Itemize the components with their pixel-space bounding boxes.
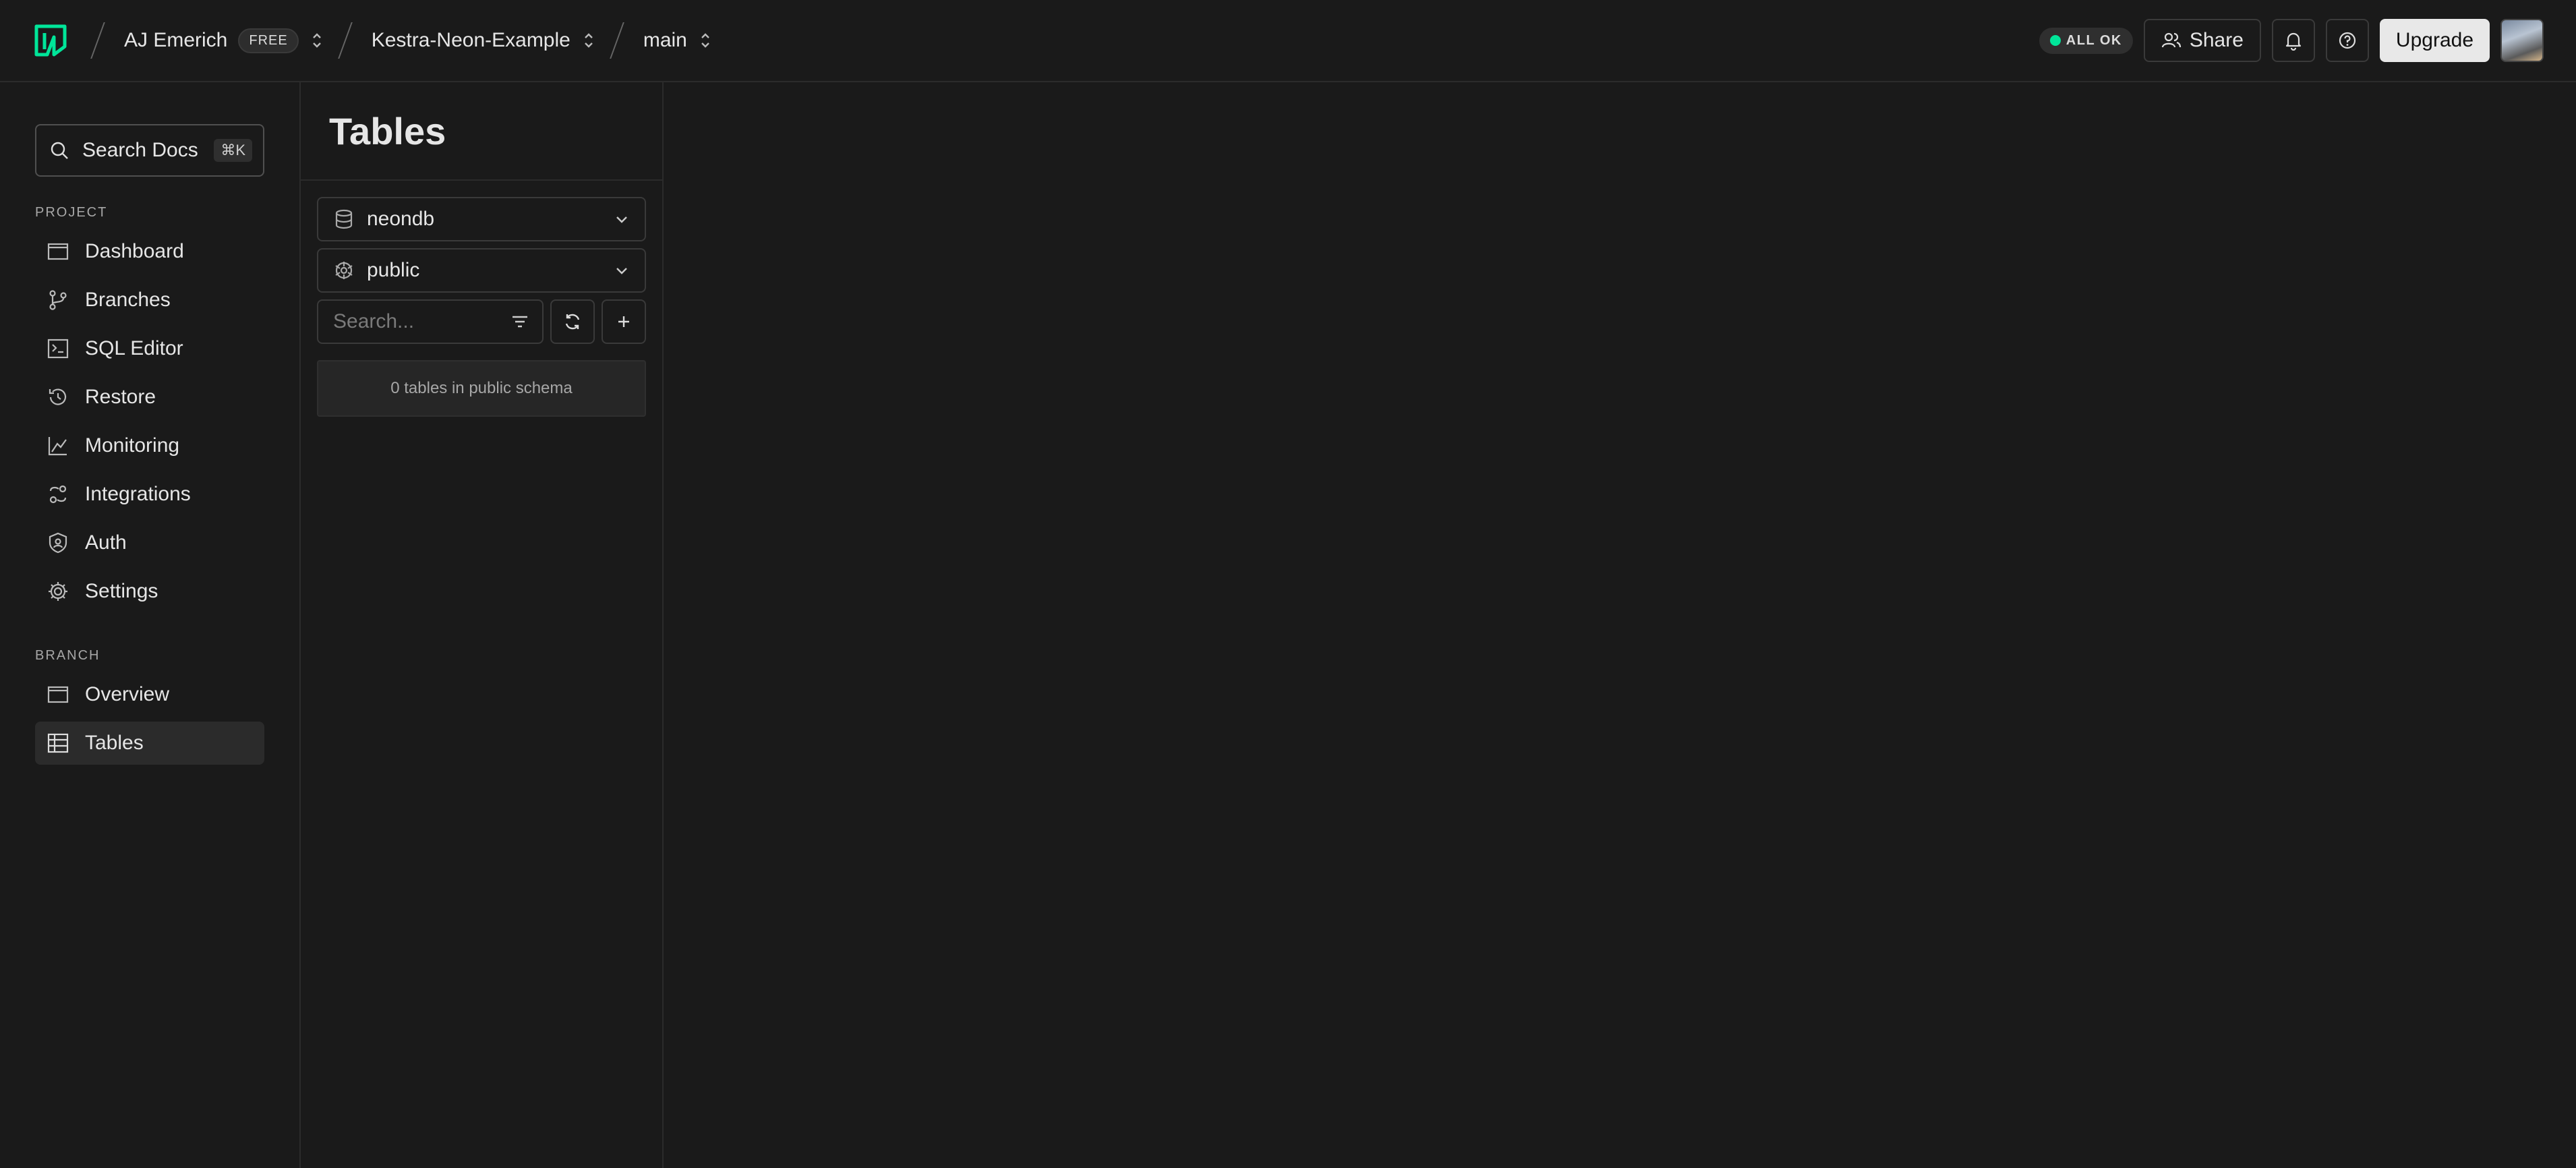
main-content-area — [664, 82, 2576, 1168]
sidebar-item-label: Monitoring — [85, 434, 180, 457]
add-table-button[interactable] — [602, 299, 646, 344]
database-select[interactable]: neondb — [317, 197, 646, 241]
schema-value: public — [367, 259, 420, 281]
chevron-down-icon — [614, 262, 630, 279]
schema-icon — [333, 260, 355, 281]
breadcrumb-separator — [337, 22, 353, 59]
sidebar-item-label: Branches — [85, 289, 171, 311]
project-switcher[interactable]: Kestra-Neon-Example — [372, 29, 596, 52]
notifications-button[interactable] — [2271, 19, 2315, 62]
empty-message: 0 tables in public schema — [390, 379, 573, 397]
filter-icon[interactable] — [510, 312, 530, 332]
empty-state: 0 tables in public schema — [317, 360, 646, 417]
database-value: neondb — [367, 208, 435, 230]
overview-icon — [46, 682, 70, 707]
page-title: Tables — [329, 109, 446, 152]
sidebar: Search Docs ⌘K PROJECT Dashboard Branche… — [0, 82, 301, 1168]
share-label: Share — [2189, 29, 2244, 51]
sidebar-item-overview[interactable]: Overview — [35, 673, 264, 716]
sidebar-item-integrations[interactable]: Integrations — [35, 473, 264, 516]
tables-header: Tables — [301, 82, 662, 181]
org-name: AJ Emerich — [124, 29, 228, 51]
schema-select[interactable]: public — [317, 248, 646, 293]
plan-badge: FREE — [238, 28, 299, 53]
project-name: Kestra-Neon-Example — [371, 29, 570, 51]
sidebar-item-label: Settings — [85, 580, 158, 602]
branch-name: main — [643, 29, 687, 51]
avatar[interactable] — [2500, 19, 2544, 62]
monitoring-icon — [46, 434, 70, 458]
status-text: ALL OK — [2066, 32, 2122, 48]
branches-icon — [46, 288, 70, 312]
sidebar-item-label: SQL Editor — [85, 337, 183, 359]
org-switcher[interactable]: AJ Emerich FREE — [124, 28, 324, 53]
settings-icon — [46, 579, 70, 604]
chevron-updown-icon — [698, 30, 713, 51]
sidebar-item-label: Restore — [85, 386, 156, 408]
refresh-button[interactable] — [550, 299, 595, 344]
sidebar-item-restore[interactable]: Restore — [35, 376, 264, 419]
table-search-input[interactable]: Search... — [317, 299, 544, 344]
search-docs-label: Search Docs — [82, 139, 198, 161]
sidebar-item-branches[interactable]: Branches — [35, 279, 264, 322]
sidebar-item-tables[interactable]: Tables — [35, 722, 264, 765]
status-badge[interactable]: ALL OK — [2039, 27, 2133, 54]
plus-icon — [614, 312, 634, 332]
users-icon — [2161, 30, 2182, 51]
database-icon — [333, 208, 355, 230]
help-button[interactable] — [2325, 19, 2369, 62]
top-bar: AJ Emerich FREE Kestra-Neon-Example main… — [0, 0, 2576, 82]
sidebar-item-label: Integrations — [85, 483, 191, 505]
sidebar-item-label: Overview — [85, 683, 170, 705]
sidebar-item-dashboard[interactable]: Dashboard — [35, 230, 264, 273]
sidebar-item-label: Dashboard — [85, 240, 184, 262]
auth-icon — [46, 531, 70, 555]
neon-logo-icon[interactable] — [32, 22, 69, 59]
search-placeholder: Search... — [333, 310, 415, 332]
tables-icon — [46, 731, 70, 755]
breadcrumb-separator — [610, 22, 624, 59]
bell-icon — [2283, 30, 2304, 51]
branch-section-label: BRANCH — [35, 648, 100, 663]
status-dot-icon — [2049, 35, 2061, 46]
search-icon — [49, 140, 70, 161]
search-docs-button[interactable]: Search Docs ⌘K — [35, 124, 264, 177]
project-section-label: PROJECT — [35, 205, 108, 220]
help-icon — [2337, 30, 2358, 51]
tables-panel: Tables neondb public Search... 0 tables … — [301, 82, 664, 1168]
chevron-updown-icon — [310, 30, 324, 51]
restore-icon — [46, 385, 70, 409]
sidebar-item-label: Tables — [85, 732, 144, 754]
branch-switcher[interactable]: main — [643, 29, 713, 52]
sidebar-item-sql-editor[interactable]: SQL Editor — [35, 327, 264, 370]
share-button[interactable]: Share — [2143, 19, 2261, 62]
breadcrumb-separator — [90, 22, 105, 59]
sql-editor-icon — [46, 337, 70, 361]
chevron-updown-icon — [581, 30, 596, 51]
refresh-icon — [562, 312, 583, 332]
keyboard-shortcut: ⌘K — [214, 139, 252, 162]
dashboard-icon — [46, 239, 70, 264]
sidebar-item-monitoring[interactable]: Monitoring — [35, 424, 264, 467]
upgrade-button[interactable]: Upgrade — [2379, 19, 2490, 62]
sidebar-item-label: Auth — [85, 531, 127, 554]
integrations-icon — [46, 482, 70, 506]
sidebar-item-settings[interactable]: Settings — [35, 570, 264, 613]
sidebar-item-auth[interactable]: Auth — [35, 521, 264, 564]
chevron-down-icon — [614, 211, 630, 227]
